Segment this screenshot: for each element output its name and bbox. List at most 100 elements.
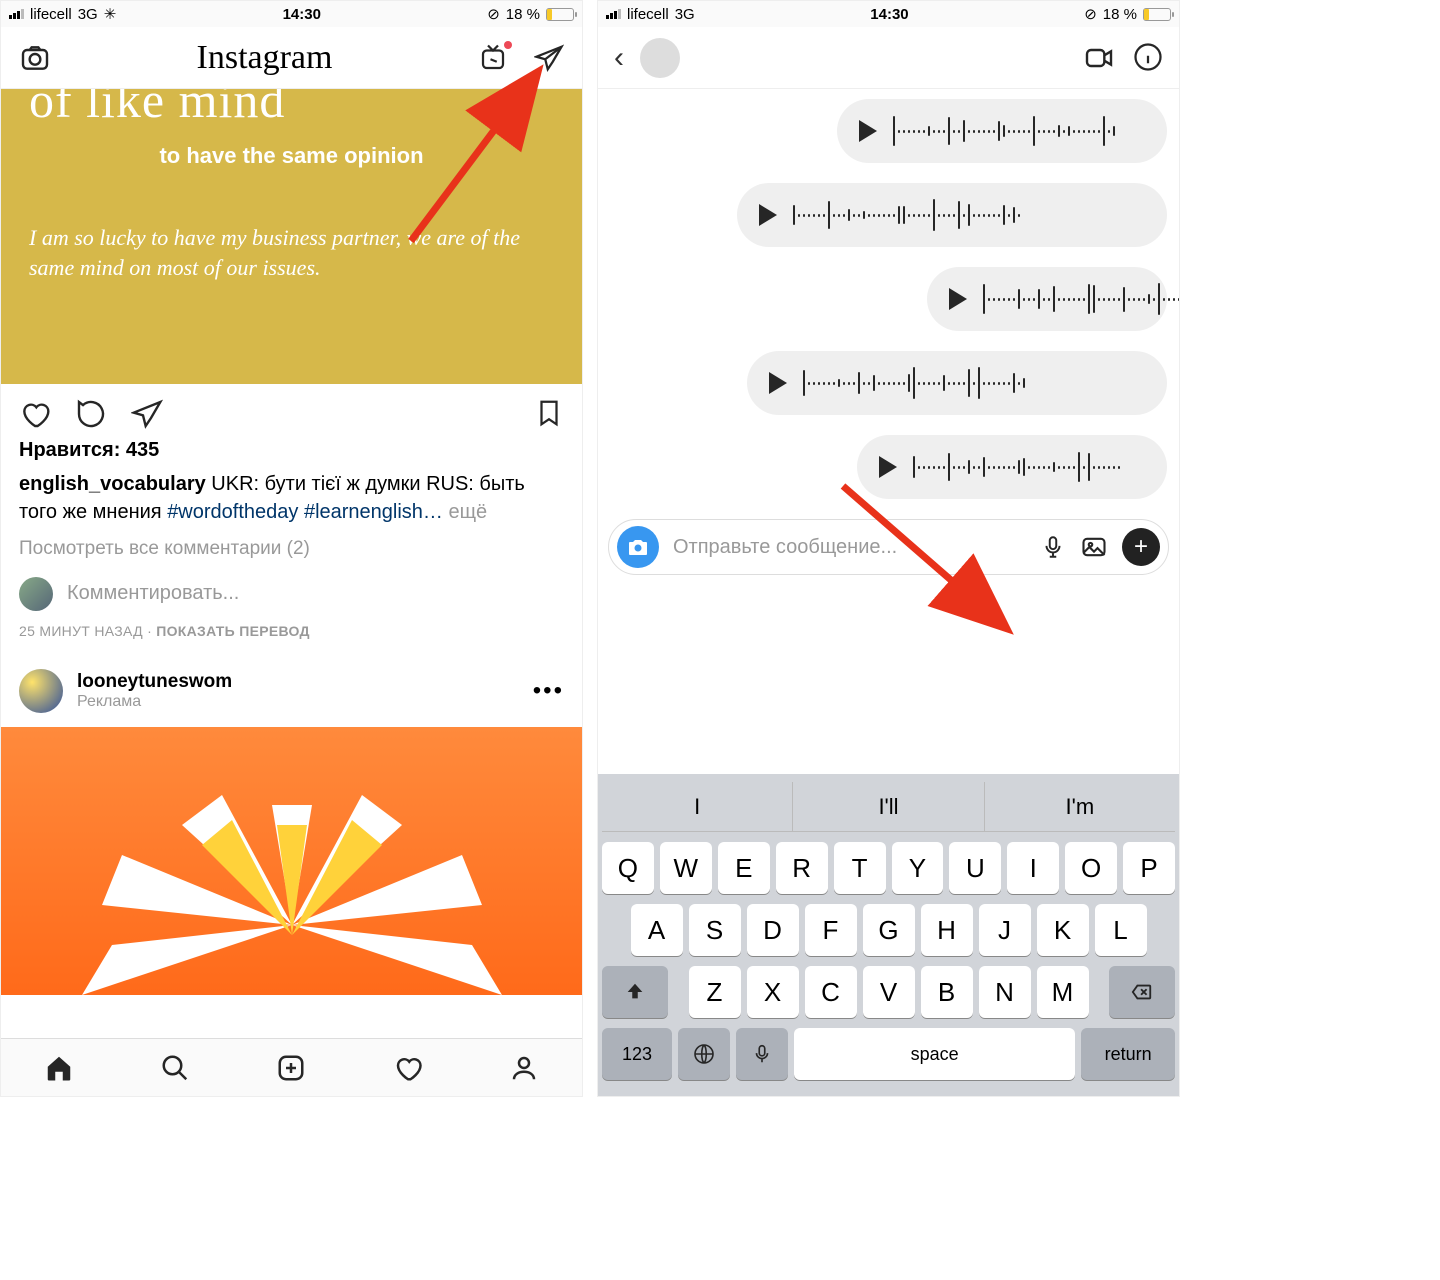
key-q[interactable]: Q [602, 842, 654, 894]
profile-tab-icon[interactable] [509, 1053, 539, 1083]
key-a[interactable]: A [631, 904, 683, 956]
bookmark-icon[interactable] [534, 398, 564, 430]
key-s[interactable]: S [689, 904, 741, 956]
key-row: ASDFGHJKL [602, 904, 1175, 956]
camera-icon[interactable] [19, 42, 51, 74]
suggestion[interactable]: I [602, 782, 793, 831]
more-options-icon[interactable]: ••• [533, 677, 564, 705]
key-r[interactable]: R [776, 842, 828, 894]
key-p[interactable]: P [1123, 842, 1175, 894]
rotation-lock-icon: ⊘ [487, 5, 500, 23]
shift-key[interactable] [602, 966, 668, 1018]
dm-screen: lifecell 3G 14:30 ⊘ 18 % ‹ + I [597, 0, 1180, 1097]
like-icon[interactable] [19, 398, 51, 430]
key-k[interactable]: K [1037, 904, 1089, 956]
key-i[interactable]: I [1007, 842, 1059, 894]
video-call-icon[interactable] [1083, 42, 1115, 74]
numbers-key[interactable]: 123 [602, 1028, 672, 1080]
play-icon[interactable] [879, 456, 897, 478]
play-icon[interactable] [769, 372, 787, 394]
view-comments-link[interactable]: Посмотреть все комментарии (2) [19, 536, 564, 563]
more-actions-button[interactable]: + [1122, 528, 1160, 566]
info-icon[interactable] [1133, 42, 1163, 74]
key-e[interactable]: E [718, 842, 770, 894]
home-tab-icon[interactable] [44, 1053, 74, 1083]
network-label: 3G [675, 6, 695, 23]
post-title: of like mind [29, 89, 554, 129]
key-m[interactable]: M [1037, 966, 1089, 1018]
play-icon[interactable] [949, 288, 967, 310]
battery-icon [546, 8, 574, 21]
play-icon[interactable] [759, 204, 777, 226]
voice-message[interactable] [737, 183, 1167, 247]
waveform-icon [983, 281, 1180, 317]
waveform-icon [893, 113, 1145, 149]
post-timestamp-row: 25 МИНУТ НАЗАД · ПОКАЗАТЬ ПЕРЕВОД [1, 617, 582, 655]
key-x[interactable]: X [747, 966, 799, 1018]
voice-message[interactable] [747, 351, 1167, 415]
camera-button[interactable] [617, 526, 659, 568]
add-comment-row[interactable]: Комментировать... [1, 563, 582, 617]
key-g[interactable]: G [863, 904, 915, 956]
voice-message[interactable] [857, 435, 1167, 499]
network-label: 3G [78, 6, 98, 23]
key-l[interactable]: L [1095, 904, 1147, 956]
chat-avatar[interactable] [640, 38, 680, 78]
carrier-label: lifecell [627, 6, 669, 23]
direct-message-icon[interactable] [534, 43, 564, 73]
feed-screen: lifecell 3G ✳︎ 14:30 ⊘ 18 % Instagram of… [0, 0, 583, 1097]
suggestion[interactable]: I'm [985, 782, 1175, 831]
clock: 14:30 [283, 6, 321, 23]
key-b[interactable]: B [921, 966, 973, 1018]
promo-avatar[interactable] [19, 669, 63, 713]
messages-list[interactable] [598, 89, 1179, 499]
play-icon[interactable] [859, 120, 877, 142]
key-n[interactable]: N [979, 966, 1031, 1018]
microphone-icon[interactable] [1040, 534, 1066, 560]
key-f[interactable]: F [805, 904, 857, 956]
key-z[interactable]: Z [689, 966, 741, 1018]
key-w[interactable]: W [660, 842, 712, 894]
caption-hashtags[interactable]: #wordoftheday #learnenglish… [167, 501, 443, 523]
voice-message[interactable] [837, 99, 1167, 163]
post-example: I am so lucky to have my business partne… [29, 223, 554, 282]
key-d[interactable]: D [747, 904, 799, 956]
dictate-key[interactable] [736, 1028, 788, 1080]
likes-count[interactable]: Нравится: 435 [19, 436, 564, 464]
comment-placeholder[interactable]: Комментировать... [67, 582, 239, 605]
promo-image[interactable] [1, 727, 582, 995]
key-h[interactable]: H [921, 904, 973, 956]
waveform-icon [913, 449, 1145, 485]
search-tab-icon[interactable] [160, 1053, 190, 1083]
key-v[interactable]: V [863, 966, 915, 1018]
suggestion[interactable]: I'll [793, 782, 984, 831]
return-key[interactable]: return [1081, 1028, 1175, 1080]
key-u[interactable]: U [949, 842, 1001, 894]
key-c[interactable]: C [805, 966, 857, 1018]
key-y[interactable]: Y [892, 842, 944, 894]
translate-link[interactable]: ПОКАЗАТЬ ПЕРЕВОД [156, 623, 310, 639]
back-icon[interactable]: ‹ [614, 41, 624, 75]
message-input[interactable] [673, 536, 1026, 559]
key-o[interactable]: O [1065, 842, 1117, 894]
key-j[interactable]: J [979, 904, 1031, 956]
new-post-tab-icon[interactable] [276, 1053, 306, 1083]
activity-tab-icon[interactable] [393, 1053, 423, 1083]
battery-pct: 18 % [506, 6, 540, 23]
space-key[interactable]: space [794, 1028, 1075, 1080]
post-image[interactable]: of like mind to have the same opinion I … [1, 89, 582, 384]
caption-username[interactable]: english_vocabulary [19, 473, 206, 495]
promo-header[interactable]: looneytuneswom Реклама ••• [1, 655, 582, 727]
backspace-key[interactable] [1109, 966, 1175, 1018]
promo-username[interactable]: looneytuneswom [77, 671, 232, 693]
gallery-icon[interactable] [1080, 533, 1108, 561]
caption-more[interactable]: ещё [443, 501, 487, 523]
voice-message[interactable] [927, 267, 1167, 331]
tab-bar [1, 1038, 582, 1096]
key-t[interactable]: T [834, 842, 886, 894]
post-caption[interactable]: english_vocabulary UKR: бути тієї ж думк… [19, 470, 564, 526]
igtv-icon[interactable] [478, 43, 508, 73]
globe-key[interactable] [678, 1028, 730, 1080]
comment-icon[interactable] [75, 398, 107, 430]
share-icon[interactable] [131, 398, 163, 430]
